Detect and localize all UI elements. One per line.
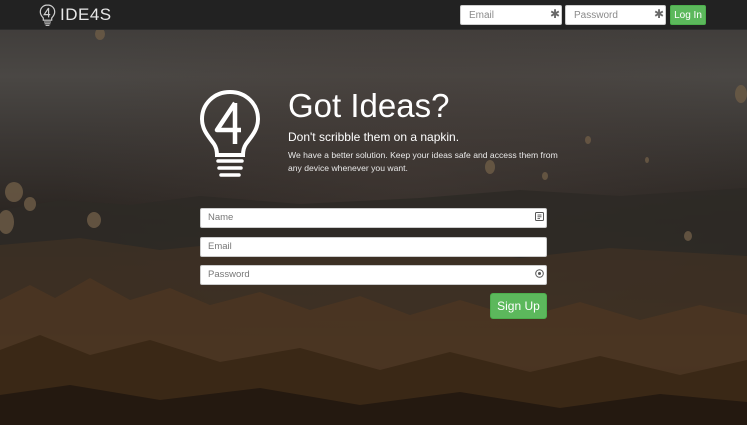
key-icon	[535, 269, 544, 278]
signup-name-input[interactable]	[200, 207, 547, 228]
top-navbar: IDE4S ✱ ✱ Log In	[0, 0, 747, 30]
contact-card-icon	[535, 212, 544, 221]
brand[interactable]: IDE4S	[39, 3, 112, 27]
login-password-input[interactable]	[565, 5, 666, 25]
hero-description: We have a better solution. Keep your ide…	[288, 150, 558, 173]
login-button[interactable]: Log In	[670, 5, 706, 25]
hero-subtitle: Don't scribble them on a napkin.	[288, 130, 460, 144]
brand-name: IDE4S	[60, 5, 112, 24]
asterisk-icon: ✱	[550, 7, 561, 21]
signup-name-field	[200, 207, 547, 228]
lightbulb-4-icon	[39, 4, 56, 26]
signup-email-field	[200, 236, 547, 257]
hero-title: Got Ideas?	[288, 87, 450, 124]
login-email-input[interactable]	[460, 5, 562, 25]
signup-password-input[interactable]	[200, 264, 547, 285]
signup-button[interactable]: Sign Up	[490, 293, 547, 319]
signup-email-input[interactable]	[200, 236, 547, 257]
signup-password-field	[200, 264, 547, 285]
asterisk-icon: ✱	[654, 7, 665, 21]
lightbulb-4-logo	[199, 89, 261, 177]
